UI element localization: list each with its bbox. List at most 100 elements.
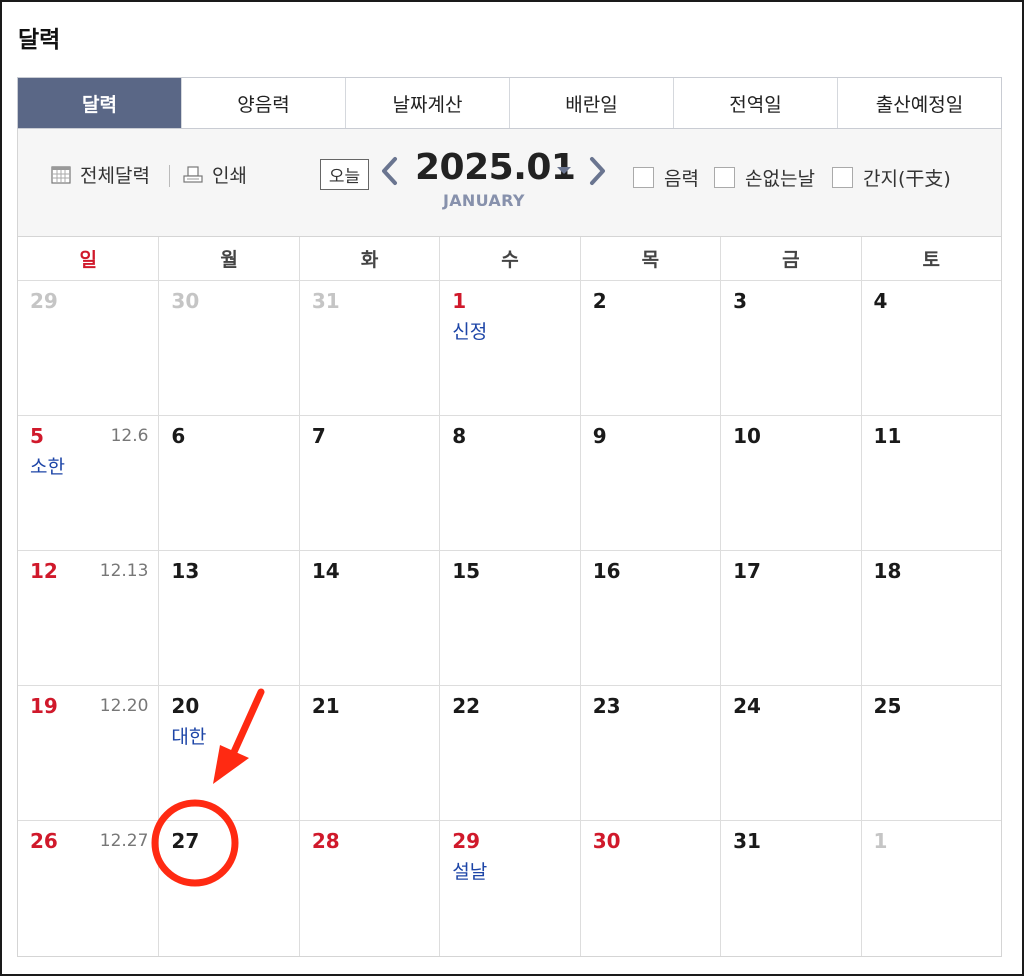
tab-bar: 달력 양음력 날짜계산 배란일 전역일 출산예정일	[17, 77, 1002, 129]
day-number: 17	[733, 559, 761, 583]
day-cell[interactable]: 8	[439, 416, 579, 550]
day-cell[interactable]: 12 12.13	[18, 551, 158, 685]
day-number: 26	[30, 829, 58, 853]
calendar-week-row: 12 12.13 13 14 15 16 17 18	[18, 551, 1001, 686]
day-number: 31	[311, 289, 340, 313]
lunar-checkbox[interactable]: 음력	[633, 164, 699, 191]
day-cell[interactable]: 30	[158, 281, 298, 415]
full-calendar-link[interactable]: 전체달력	[51, 161, 150, 188]
calendar-icon	[51, 165, 71, 184]
day-number: 9	[592, 424, 607, 448]
weekday-thursday: 목	[579, 237, 720, 280]
day-cell[interactable]: 19 12.20	[18, 686, 158, 820]
year-month-display[interactable]: 2025.01	[415, 147, 576, 188]
day-number: 16	[592, 559, 621, 583]
day-cell[interactable]: 26 12.27	[18, 821, 158, 956]
day-number: 1	[873, 829, 888, 853]
day-cell[interactable]: 4	[860, 281, 1001, 415]
day-number: 24	[733, 694, 761, 718]
day-cell[interactable]: 29 설날	[439, 821, 579, 956]
day-number: 30	[171, 289, 200, 313]
day-number: 25	[873, 694, 902, 718]
day-cell[interactable]: 20 대한	[158, 686, 298, 820]
lunar-date: 12.6	[110, 426, 149, 446]
today-button[interactable]: 오늘	[320, 159, 369, 190]
day-number: 11	[873, 424, 902, 448]
weekday-saturday: 토	[860, 237, 1001, 280]
ganji-checkbox[interactable]: 간지(干支)	[832, 164, 951, 191]
day-cell[interactable]: 2	[579, 281, 720, 415]
day-cell[interactable]: 27	[158, 821, 298, 956]
day-cell[interactable]: 5 12.6 소한	[18, 416, 158, 550]
day-number: 27	[171, 829, 200, 853]
auspicious-day-checkbox-label: 손없는날	[745, 168, 815, 190]
day-cell[interactable]: 7	[298, 416, 439, 550]
day-cell[interactable]: 6	[158, 416, 298, 550]
day-cell[interactable]: 25	[860, 686, 1001, 820]
calendar-week-row: 26 12.27 27 28 29 설날 30 31 1	[18, 821, 1001, 956]
printer-icon	[183, 165, 203, 183]
day-cell[interactable]: 1	[860, 821, 1001, 956]
day-number: 5	[30, 424, 44, 448]
day-number: 7	[311, 424, 326, 448]
holiday-name: 소한	[30, 456, 65, 478]
day-number: 20	[171, 694, 200, 718]
day-cell[interactable]: 22	[439, 686, 579, 820]
print-link[interactable]: 인쇄	[183, 161, 247, 188]
day-number: 22	[452, 694, 481, 718]
day-cell[interactable]: 15	[439, 551, 579, 685]
day-cell[interactable]: 3	[720, 281, 860, 415]
holiday-name: 신정	[452, 321, 488, 343]
day-number: 29	[452, 829, 481, 853]
day-number: 23	[592, 694, 621, 718]
month-english-name: JANUARY	[443, 191, 525, 210]
checkbox-box[interactable]	[633, 167, 654, 188]
day-cell[interactable]: 31	[298, 281, 439, 415]
day-cell[interactable]: 23	[579, 686, 720, 820]
day-cell[interactable]: 31	[720, 821, 860, 956]
day-number: 28	[311, 829, 340, 853]
page-title: 달력	[18, 27, 61, 53]
lunar-checkbox-label: 음력	[664, 168, 699, 190]
day-cell[interactable]: 18	[860, 551, 1001, 685]
weekday-tuesday: 화	[298, 237, 439, 280]
day-cell[interactable]: 16	[579, 551, 720, 685]
prev-month-icon[interactable]	[379, 153, 401, 189]
day-cell[interactable]: 9	[579, 416, 720, 550]
calendar-toolbar: 전체달력 인쇄 오늘 2025.01 JANUARY 음력 손없는날 간지(干支…	[17, 129, 1002, 237]
day-cell[interactable]: 10	[720, 416, 860, 550]
next-month-icon[interactable]	[586, 153, 608, 189]
tab-ovulation[interactable]: 배란일	[509, 78, 673, 128]
day-cell[interactable]: 1 신정	[439, 281, 579, 415]
day-number: 2	[592, 289, 607, 313]
tab-discharge-date[interactable]: 전역일	[673, 78, 837, 128]
day-number: 3	[733, 289, 748, 313]
calendar-week-row: 29 30 31 1 신정 2 3 4	[18, 281, 1001, 416]
day-cell[interactable]: 24	[720, 686, 860, 820]
lunar-date: 12.20	[99, 696, 149, 716]
day-cell[interactable]: 14	[298, 551, 439, 685]
day-cell[interactable]: 11	[860, 416, 1001, 550]
day-number: 6	[171, 424, 186, 448]
calendar-week-row: 19 12.20 20 대한 21 22 23 24 25	[18, 686, 1001, 821]
calendar-week-row: 5 12.6 소한 6 7 8 9 10 11	[18, 416, 1001, 551]
day-cell[interactable]: 29	[18, 281, 158, 415]
day-cell[interactable]: 30	[579, 821, 720, 956]
month-dropdown-caret-icon[interactable]	[557, 167, 571, 174]
checkbox-box[interactable]	[714, 167, 735, 188]
checkbox-box[interactable]	[832, 167, 853, 188]
tab-due-date[interactable]: 출산예정일	[837, 78, 1001, 128]
day-cell[interactable]: 13	[158, 551, 298, 685]
tab-solar-lunar[interactable]: 양음력	[181, 78, 345, 128]
tab-date-calc[interactable]: 날짜계산	[345, 78, 509, 128]
day-number: 30	[592, 829, 621, 853]
calendar-weeks: 29 30 31 1 신정 2 3 4 5 12.6 소한 6 7 8 9 10 11 12 12.13 13 14 15…	[18, 281, 1001, 956]
auspicious-day-checkbox[interactable]: 손없는날	[714, 164, 815, 191]
day-cell[interactable]: 17	[720, 551, 860, 685]
day-cell[interactable]: 28	[298, 821, 439, 956]
holiday-name: 설날	[452, 861, 488, 883]
day-cell[interactable]: 21	[298, 686, 439, 820]
day-number: 1	[452, 289, 467, 313]
tab-calendar[interactable]: 달력	[18, 78, 181, 128]
day-number: 12	[30, 559, 58, 583]
